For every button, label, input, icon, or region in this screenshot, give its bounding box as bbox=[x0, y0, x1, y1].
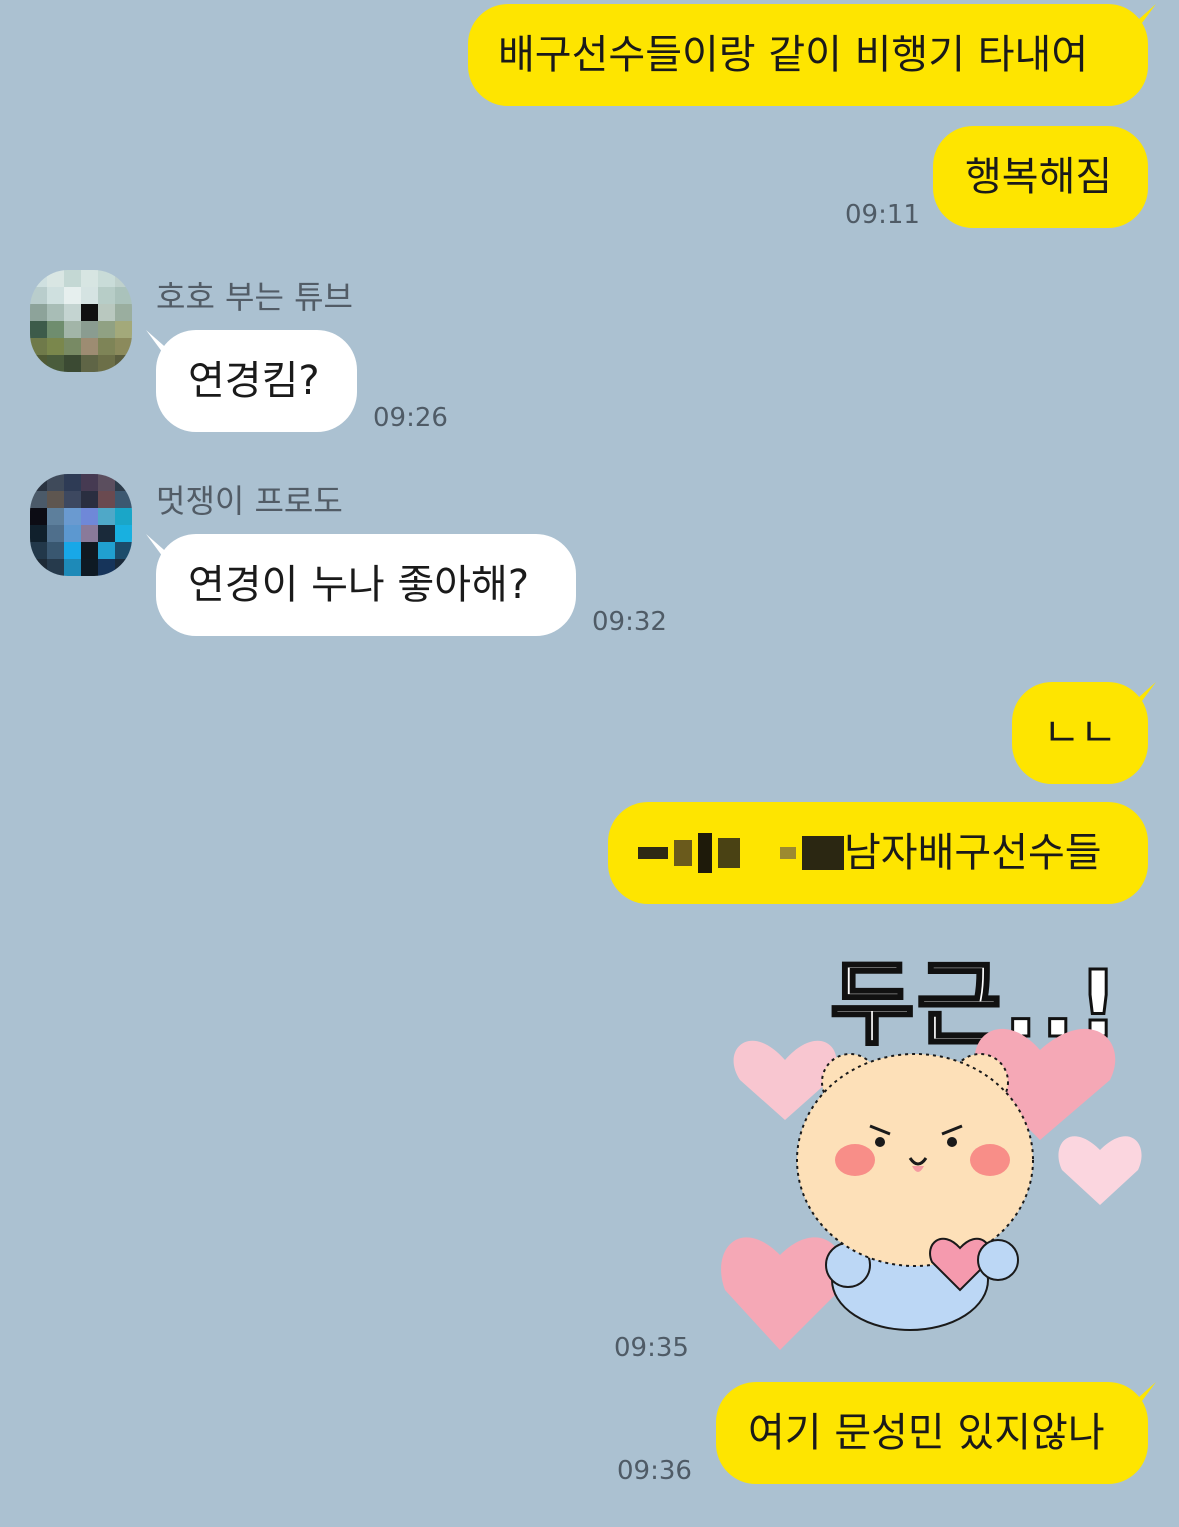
message-text: 배구선수들이랑 같이 비행기 타내여 bbox=[498, 32, 1089, 78]
redacted-text-mosaic bbox=[638, 818, 850, 888]
message-text: 행복해짐 bbox=[965, 154, 1113, 200]
message-bubble-theirs[interactable]: 연경킴? bbox=[156, 330, 357, 432]
message-bubble-mine[interactable]: 배구선수들이랑 같이 비행기 타내여 bbox=[468, 4, 1148, 106]
message-bubble-mine[interactable]: 여기 문성민 있지않나 bbox=[716, 1382, 1148, 1484]
message-text: 남자배구선수들 bbox=[844, 830, 1102, 876]
message-bubble-mine[interactable]: 행복해짐 bbox=[933, 126, 1148, 228]
message-bubble-theirs[interactable]: 연경이 누나 좋아해? bbox=[156, 534, 576, 636]
message-time: 09:11 bbox=[845, 200, 920, 230]
message-text: 연경킴? bbox=[188, 358, 320, 404]
sender-name: 멋쟁이 프로도 bbox=[156, 482, 343, 520]
message-time: 09:35 bbox=[614, 1333, 689, 1363]
message-time: 09:26 bbox=[373, 403, 448, 433]
avatar-frodo[interactable] bbox=[30, 474, 132, 576]
bear-sticker[interactable]: 두근..! bbox=[710, 930, 1160, 1360]
message-text: 연경이 누나 좋아해? bbox=[188, 562, 530, 608]
sender-name: 호호 부는 튜브 bbox=[156, 278, 353, 316]
message-bubble-mine[interactable]: ㄴㄴ bbox=[1012, 682, 1148, 784]
message-time: 09:32 bbox=[592, 607, 667, 637]
message-text: ㄴㄴ bbox=[1043, 710, 1117, 756]
message-text: 여기 문성민 있지않나 bbox=[748, 1410, 1105, 1456]
message-time: 09:36 bbox=[617, 1456, 692, 1486]
bear-with-hearts-icon bbox=[721, 1028, 1142, 1350]
avatar-tube[interactable] bbox=[30, 270, 132, 372]
